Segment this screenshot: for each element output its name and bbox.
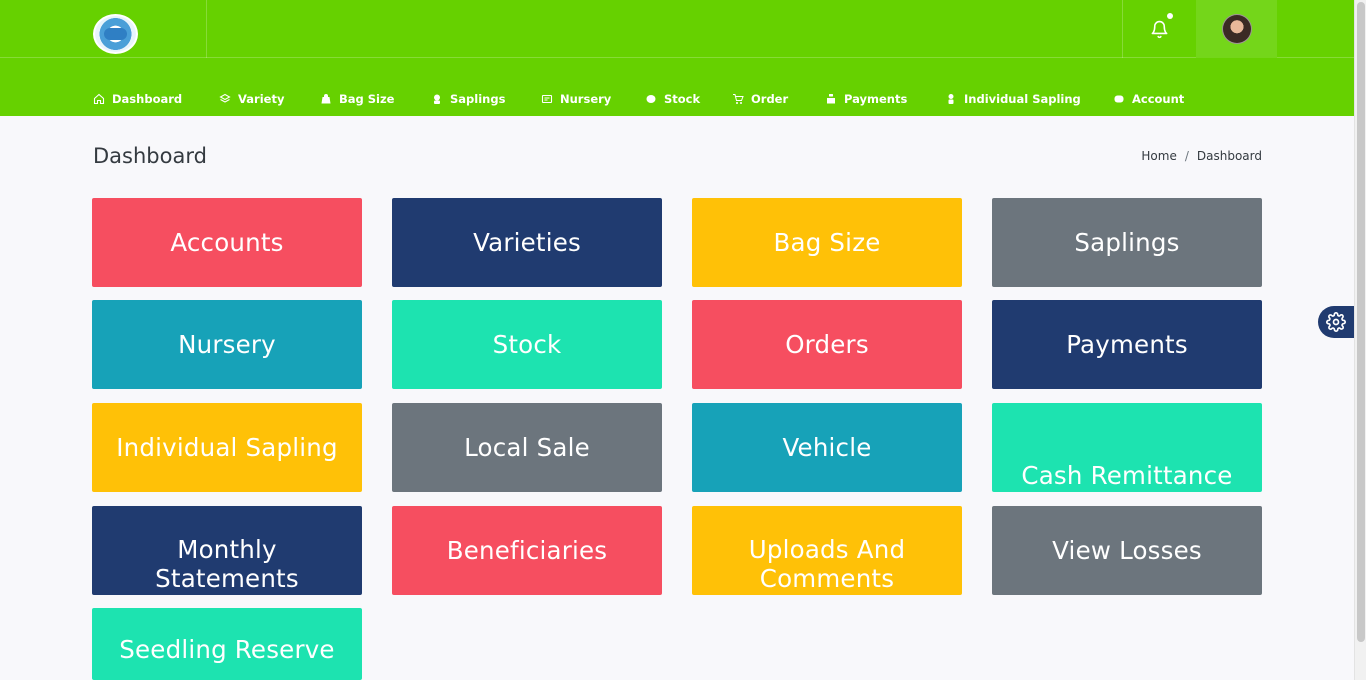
tile-cash-remittance[interactable]: Cash Remittance — [992, 403, 1262, 492]
topbar-divider — [206, 0, 207, 58]
tile-individual-sapling[interactable]: Individual Sapling — [92, 403, 362, 492]
tile-monthly-statements[interactable]: Monthly Statements — [92, 506, 362, 595]
account-icon — [1114, 95, 1124, 103]
notification-dot — [1167, 13, 1173, 19]
breadcrumb-current: Dashboard — [1196, 149, 1262, 163]
tile-vehicle[interactable]: Vehicle — [692, 403, 962, 492]
sapling-icon — [434, 94, 440, 104]
layers-icon — [219, 93, 231, 103]
tile-uploads-and-comments[interactable]: Uploads And Comments — [692, 506, 962, 595]
nav-item-individual-sapling[interactable]: Individual Sapling — [945, 92, 1081, 106]
tile-saplings[interactable]: Saplings — [992, 198, 1262, 287]
nav-item-order[interactable]: Order — [732, 92, 788, 106]
tile-nursery[interactable]: Nursery — [92, 300, 362, 389]
tile-beneficiaries[interactable]: Beneficiaries — [392, 506, 662, 595]
tile-bag-size[interactable]: Bag Size — [692, 198, 962, 287]
main-navigation: Dashboard Variety Bag Size Saplings Nurs… — [0, 58, 1354, 116]
cart-icon — [733, 94, 744, 104]
payment-icon — [827, 94, 835, 104]
tile-stock[interactable]: Stock — [392, 300, 662, 389]
scrollbar-thumb[interactable] — [1357, 2, 1365, 642]
nav-item-stock[interactable]: Stock — [645, 92, 700, 106]
nav-item-bag-size[interactable]: Bag Size — [320, 92, 394, 106]
logo-icon[interactable] — [93, 14, 138, 54]
breadcrumb: Home / Dashboard — [1141, 149, 1262, 163]
nav-item-dashboard[interactable]: Dashboard — [93, 92, 182, 106]
avatar — [1221, 14, 1252, 44]
tile-varieties[interactable]: Varieties — [392, 198, 662, 287]
bell-icon — [1151, 20, 1167, 38]
settings-button[interactable] — [1318, 306, 1354, 338]
top-bar — [0, 0, 1354, 58]
nav-item-payments[interactable]: Payments — [825, 92, 907, 106]
home-icon — [93, 93, 105, 105]
tile-accounts[interactable]: Accounts — [92, 198, 362, 287]
tile-seedling-reserve[interactable]: Seedling Reserve — [92, 608, 362, 680]
stock-icon — [646, 95, 656, 103]
nav-item-saplings[interactable]: Saplings — [431, 92, 505, 106]
tile-view-losses[interactable]: View Losses — [992, 506, 1262, 595]
plant-icon — [948, 94, 954, 104]
nav-item-nursery[interactable]: Nursery — [541, 92, 611, 106]
nav-item-variety[interactable]: Variety — [219, 92, 284, 106]
notifications-button[interactable] — [1123, 0, 1195, 58]
tile-payments[interactable]: Payments — [992, 300, 1262, 389]
tile-local-sale[interactable]: Local Sale — [392, 403, 662, 492]
page-title: Dashboard — [93, 144, 207, 168]
gear-icon — [1326, 312, 1346, 332]
nursery-icon — [541, 94, 553, 104]
breadcrumb-home-link[interactable]: Home — [1141, 149, 1176, 163]
breadcrumb-separator: / — [1184, 149, 1189, 163]
tile-orders[interactable]: Orders — [692, 300, 962, 389]
user-menu-button[interactable] — [1196, 0, 1277, 58]
page-scrollbar[interactable] — [1354, 0, 1366, 680]
bag-icon — [321, 94, 331, 104]
nav-item-account[interactable]: Account — [1113, 92, 1184, 106]
